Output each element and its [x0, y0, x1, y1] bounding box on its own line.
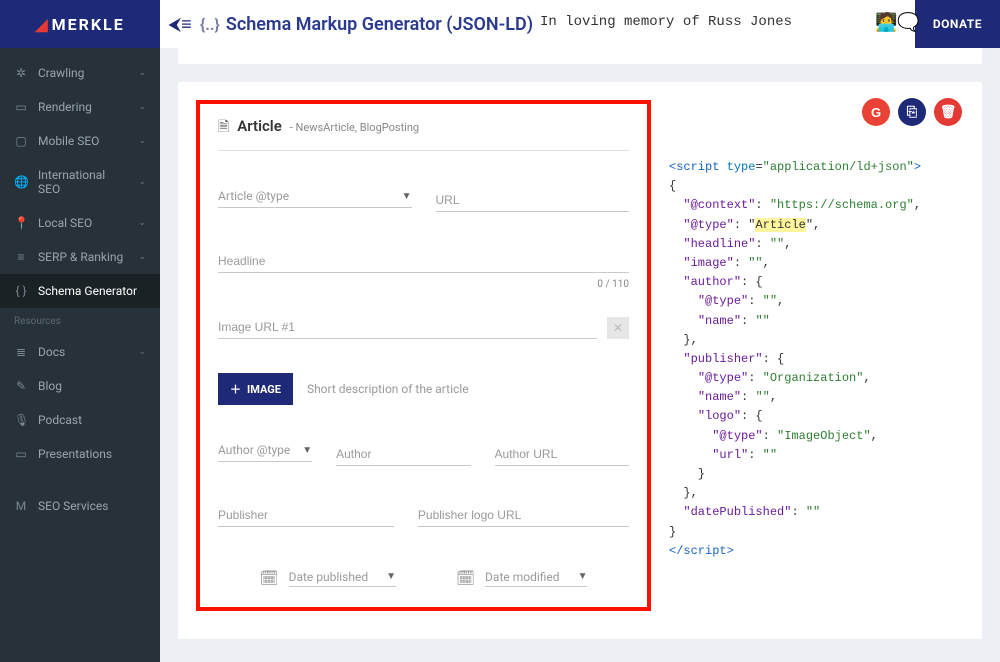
date-published-select[interactable]: Date published▼ [289, 570, 396, 587]
sidebar-item[interactable]: ≣Docs⌄ [0, 335, 160, 369]
chevron-down-icon: ⌄ [138, 68, 146, 78]
panel-subtitle: - NewsArticle, BlogPosting [290, 121, 419, 134]
description-placeholder[interactable]: Short description of the article [307, 382, 469, 396]
sidebar-item[interactable]: ▢Mobile SEO⌄ [0, 124, 160, 158]
sidebar-item-seo-services[interactable]: MSEO Services [0, 489, 160, 523]
sidebar-item[interactable]: 📍Local SEO⌄ [0, 206, 160, 240]
nav-icon: { } [14, 284, 28, 298]
top-bar: ◢MERKLE ⮜≡ {..} Schema Markup Generator … [0, 0, 1000, 48]
nav-icon: 🌐 [14, 175, 28, 189]
chevron-down-icon: ⌄ [138, 102, 146, 112]
sidebar-item[interactable]: { }Schema Generator [0, 274, 160, 308]
date-modified-select[interactable]: Date modified▼ [485, 570, 587, 587]
google-test-button[interactable]: G [862, 98, 890, 126]
nav-icon: 📍 [14, 216, 28, 230]
memorial-text: In loving memory of Russ Jones [540, 14, 792, 30]
copy-button[interactable]: ⎘ [898, 98, 926, 126]
nav-icon: ✲ [14, 66, 28, 80]
sidebar-item[interactable]: ✎Blog [0, 369, 160, 403]
headline-counter: 0 / 110 [218, 279, 629, 290]
nav-icon: ≡ [14, 250, 28, 264]
author-input[interactable] [336, 443, 470, 466]
donate-button[interactable]: DONATE [915, 0, 1000, 48]
nav-icon: ≣ [14, 345, 28, 359]
code-output: <script type="application/ld+json"> { "@… [651, 100, 964, 611]
headline-input[interactable] [218, 250, 629, 273]
nav-icon: ▭ [14, 100, 28, 114]
image-url-input[interactable] [218, 316, 597, 339]
sidebar-collapse-button[interactable]: ⮜≡ [160, 14, 200, 35]
calendar-icon: 🗓 [456, 569, 475, 587]
chevron-down-icon: ⌄ [138, 347, 146, 357]
chevron-down-icon: ⌄ [138, 218, 146, 228]
article-type-select[interactable]: Article @type▼ [218, 189, 412, 212]
logo[interactable]: ◢MERKLE [0, 0, 160, 48]
nav-icon: ✎ [14, 379, 28, 393]
calendar-icon: 🗓 [260, 569, 279, 587]
json-ld-code[interactable]: <script type="application/ld+json"> { "@… [669, 158, 964, 561]
nav-icon: ▢ [14, 134, 28, 148]
sidebar-item[interactable]: ✲Crawling⌄ [0, 56, 160, 90]
document-icon: 🗎 [218, 116, 229, 140]
nav-icon: ▭ [14, 447, 28, 461]
chevron-down-icon: ⌄ [138, 177, 146, 187]
chevron-down-icon: ▼ [578, 571, 588, 582]
author-url-input[interactable] [495, 443, 629, 466]
nav-icon: 🎙 [14, 413, 28, 427]
card-actions: G ⎘ 🗑 [862, 98, 962, 126]
publisher-logo-input[interactable] [418, 504, 629, 527]
sidebar-section-resources: Resources [0, 308, 160, 335]
sidebar-item[interactable]: ▭Presentations [0, 437, 160, 471]
sidebar-item[interactable]: 🎙Podcast [0, 403, 160, 437]
chevron-down-icon: ▼ [402, 191, 412, 202]
author-type-select[interactable]: Author @type▼ [218, 443, 312, 466]
card: G ⎘ 🗑 🗎 Article - NewsArticle, BlogPosti… [178, 82, 982, 639]
m-icon: M [14, 499, 28, 513]
chevron-down-icon: ⌄ [138, 252, 146, 262]
memorial-icons: 🧑‍💻🗨️ [875, 12, 920, 33]
page-title: Schema Markup Generator (JSON-LD) [226, 14, 533, 35]
sidebar-item[interactable]: ≡SERP & Ranking⌄ [0, 240, 160, 274]
add-image-button[interactable]: ＋IMAGE [218, 373, 293, 405]
sidebar-item[interactable]: 🌐International SEO⌄ [0, 158, 160, 206]
remove-image-button[interactable]: ✕ [607, 317, 629, 339]
publisher-input[interactable] [218, 504, 394, 527]
chevron-down-icon: ⌄ [138, 136, 146, 146]
form-panel: 🗎 Article - NewsArticle, BlogPosting Art… [196, 100, 651, 611]
chevron-down-icon: ▼ [386, 571, 396, 582]
delete-button[interactable]: 🗑 [934, 98, 962, 126]
sidebar-item[interactable]: ▭Rendering⌄ [0, 90, 160, 124]
panel-title: Article [237, 117, 282, 135]
brackets-icon: {..} [200, 15, 220, 34]
main-content: G ⎘ 🗑 🗎 Article - NewsArticle, BlogPosti… [160, 48, 1000, 662]
page-title-wrap: {..} Schema Markup Generator (JSON-LD) [200, 14, 533, 35]
chevron-down-icon: ▼ [302, 445, 312, 456]
url-input[interactable] [436, 189, 630, 212]
plus-icon: ＋ [230, 381, 241, 397]
sidebar: ✲Crawling⌄▭Rendering⌄▢Mobile SEO⌄🌐Intern… [0, 48, 160, 662]
